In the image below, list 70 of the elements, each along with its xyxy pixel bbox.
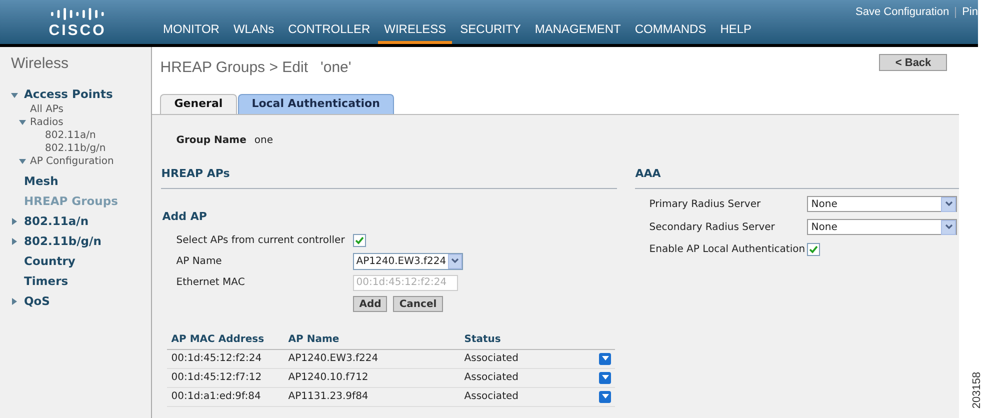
sidebar-item[interactable]: 802.11a/n — [24, 212, 89, 230]
nav-tab[interactable]: MANAGEMENT — [528, 20, 627, 44]
logo-bars-icon — [48, 6, 106, 20]
field-label: Ethernet MAC — [176, 276, 246, 290]
row-menu-icon[interactable] — [599, 352, 612, 364]
collapsed-triangle-icon[interactable] — [11, 218, 18, 225]
checkbox[interactable] — [353, 234, 366, 246]
row-menu-icon[interactable] — [599, 390, 612, 402]
nav-tab[interactable]: HELP — [714, 20, 758, 44]
sidebar-item[interactable]: Country — [24, 252, 76, 270]
add-button[interactable]: Add — [353, 296, 388, 312]
logo-text: CISCO — [48, 22, 106, 38]
table-cell-text: Associated — [464, 371, 518, 385]
nav-tab[interactable]: CONTROLLER — [282, 20, 376, 44]
column-header: AP Name — [288, 332, 340, 346]
nav-tab[interactable]: SECURITY — [454, 20, 527, 44]
row-menu-icon[interactable] — [599, 372, 612, 384]
table-cell-text: Associated — [464, 352, 518, 366]
field-label: Enable AP Local Authentication — [649, 243, 806, 257]
sidebar-title: Wireless — [11, 54, 70, 74]
column-header: AP MAC Address — [171, 332, 264, 346]
field-label: Select APs from current controller — [176, 234, 346, 248]
table-cell-text: 00:1d:45:12:f2:24 — [171, 352, 262, 366]
sidebar-subitem[interactable]: AP Configuration — [30, 154, 114, 168]
tab[interactable]: General — [160, 94, 237, 114]
sidebar-subitem[interactable]: Radios — [30, 114, 64, 130]
sidebar-subitem[interactable]: 802.11a/n — [45, 128, 96, 142]
table-cell-text: AP1131.23.9f84 — [288, 390, 368, 404]
table-cell-text: Associated — [464, 390, 518, 404]
nav-tab[interactable]: WLANs — [227, 20, 280, 44]
radius-server-dropdown[interactable]: None — [807, 219, 958, 235]
ethernet-mac-field[interactable]: 00:1d:45:12:f2:24 — [353, 274, 458, 290]
sidebar-subitem[interactable]: All APs — [30, 102, 64, 116]
sidebar-item[interactable]: Timers — [24, 272, 68, 290]
cancel-button[interactable]: Cancel — [393, 296, 443, 312]
expanded-triangle-icon[interactable] — [19, 118, 26, 126]
checkbox[interactable] — [807, 243, 820, 256]
table-cell-text: AP1240.10.f712 — [288, 371, 368, 385]
sidebar-item[interactable]: 802.11b/g/n — [24, 232, 102, 250]
collapsed-triangle-icon[interactable] — [11, 238, 18, 245]
field-label: Group Name — [176, 134, 246, 148]
table-cell-text: 00:1d:a1:ed:9f:84 — [171, 390, 261, 404]
collapsed-triangle-icon[interactable] — [11, 298, 18, 305]
save-configuration-link[interactable]: Save Configuration — [856, 4, 950, 20]
sidebar-item[interactable]: QoS — [24, 292, 50, 310]
page-title: HREAP Groups > Edit 'one' — [160, 58, 352, 78]
sidebar-subitem[interactable]: 802.11b/g/n — [45, 140, 106, 156]
back-button[interactable]: < Back — [879, 54, 948, 71]
sidebar-item[interactable]: Access Points — [24, 86, 113, 104]
nav-tab[interactable]: COMMANDS — [628, 20, 712, 44]
separator — [955, 6, 956, 18]
nav-tab[interactable]: MONITOR — [157, 20, 226, 44]
tab[interactable]: Local Authentication — [238, 94, 394, 114]
field-label: AP Name — [176, 254, 223, 268]
expanded-triangle-icon[interactable] — [19, 158, 26, 164]
section-title: AAA — [635, 166, 960, 189]
sidebar-item[interactable]: Mesh — [24, 172, 58, 190]
expanded-triangle-icon[interactable] — [11, 92, 18, 98]
radius-server-dropdown[interactable]: None — [807, 196, 958, 212]
section-title: Add AP — [162, 209, 207, 225]
column-header: Status — [464, 332, 501, 346]
table-cell-text: AP1240.EW3.f224 — [288, 352, 378, 366]
ap-name-dropdown[interactable]: AP1240.EW3.f224 — [353, 252, 464, 270]
field-label: Secondary Radius Server — [649, 220, 776, 234]
field-label: Primary Radius Server — [649, 198, 762, 212]
table-cell-text: 00:1d:45:12:f7:12 — [171, 371, 262, 385]
field-value: one — [254, 134, 273, 148]
figure-number: 203158 — [970, 371, 984, 408]
section-title: HREAP APs — [161, 166, 618, 189]
ping-link[interactable]: Pin — [962, 4, 978, 20]
